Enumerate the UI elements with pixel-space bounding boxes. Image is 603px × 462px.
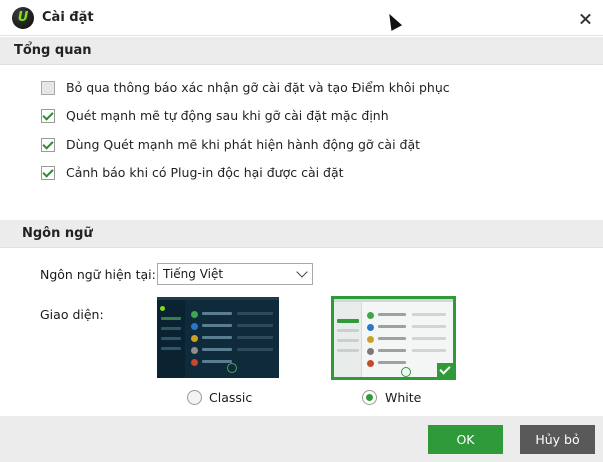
current-language-label: Ngôn ngữ hiện tại:: [40, 267, 156, 282]
theme-label: Giao diện:: [40, 307, 104, 322]
theme-white-preview[interactable]: [331, 296, 456, 380]
option-label: Quét mạnh mẽ tự động sau khi gỡ cài đặt …: [66, 108, 389, 123]
theme-white-radio[interactable]: [362, 390, 377, 405]
section-title: Tổng quan: [14, 43, 92, 58]
section-title: Ngôn ngữ: [22, 226, 93, 241]
checkbox[interactable]: [41, 81, 55, 95]
app-logo-icon: U: [12, 7, 34, 29]
dialog-footer: [0, 416, 603, 462]
ok-button[interactable]: OK: [428, 425, 503, 454]
language-select[interactable]: Tiếng Việt: [157, 263, 313, 285]
window-title: Cài đặt: [42, 10, 94, 25]
chevron-down-icon: [296, 266, 308, 278]
option-label: Dùng Quét mạnh mẽ khi phát hiện hành độn…: [66, 137, 421, 152]
language-select-value: Tiếng Việt: [163, 267, 224, 281]
section-language-header: Ngôn ngữ: [0, 220, 603, 248]
checkbox[interactable]: [41, 109, 55, 123]
cancel-button[interactable]: Hủy bỏ: [520, 425, 595, 454]
section-general-header: Tổng quan: [0, 37, 603, 65]
theme-classic-radio[interactable]: [187, 390, 202, 405]
theme-classic-label: Classic: [209, 390, 253, 405]
selected-check-icon: [437, 363, 453, 377]
checkbox[interactable]: [41, 166, 55, 180]
option-label: Cảnh báo khi có Plug-in độc hại được cài…: [66, 165, 344, 180]
checkbox[interactable]: [41, 138, 55, 152]
theme-classic-preview[interactable]: [157, 297, 279, 378]
close-icon[interactable]: [576, 9, 596, 29]
option-label: Bỏ qua thông báo xác nhận gỡ cài đặt và …: [66, 80, 450, 95]
title-bar: U Cài đặt: [0, 0, 603, 36]
theme-white-label: White: [385, 390, 422, 405]
